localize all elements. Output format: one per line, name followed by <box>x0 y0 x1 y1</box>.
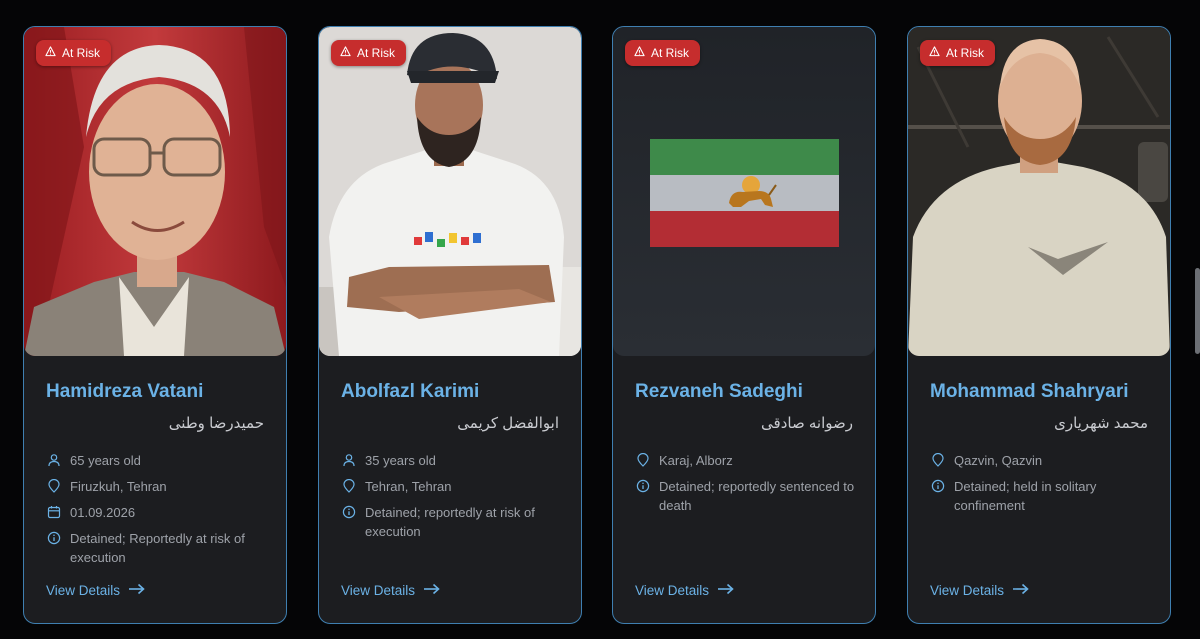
detail-location: Karaj, Alborz <box>635 451 857 470</box>
map-pin-icon <box>931 453 945 467</box>
detail-date: 01.09.2026 <box>46 503 268 522</box>
info-icon <box>47 531 61 545</box>
map-pin-icon <box>636 453 650 467</box>
view-details-link[interactable]: View Details <box>341 583 440 598</box>
person-icon <box>342 453 356 467</box>
detail-status: Detained; reportedly at risk of executio… <box>341 503 563 541</box>
badge-label: At Risk <box>357 46 396 60</box>
at-risk-badge: At Risk <box>36 40 112 66</box>
person-name: Abolfazl Karimi <box>341 381 480 402</box>
scrollbar-thumb[interactable] <box>1195 268 1200 354</box>
info-icon <box>636 479 650 493</box>
arrow-right-icon <box>128 583 145 598</box>
profile-photo <box>908 27 1170 356</box>
person-icon <box>47 453 61 467</box>
profile-card[interactable]: At Risk Hamidreza Vatani حمیدرضا وطنی 65… <box>23 26 287 624</box>
detail-status: Detained; held in solitary confinement <box>930 477 1152 515</box>
map-pin-icon <box>342 479 356 493</box>
profile-card[interactable]: At Risk Abolfazl Karimi ابوالفضل کریمی 3… <box>318 26 582 624</box>
detail-location: Firuzkuh, Tehran <box>46 477 268 496</box>
info-icon <box>931 479 945 493</box>
warning-triangle-icon <box>634 40 645 66</box>
arrow-right-icon <box>423 583 440 598</box>
detail-status: Detained; Reportedly at risk of executio… <box>46 529 268 567</box>
native-name: رضوانه صادقی <box>761 415 853 432</box>
profiles-grid: At Risk Hamidreza Vatani حمیدرضا وطنی 65… <box>0 0 1200 639</box>
details-list: 35 years old Tehran, Tehran Detained; re… <box>341 451 563 548</box>
view-details-link[interactable]: View Details <box>635 583 734 598</box>
view-details-link[interactable]: View Details <box>46 583 145 598</box>
person-name: Rezvaneh Sadeghi <box>635 381 803 402</box>
calendar-icon <box>47 505 61 519</box>
profile-card[interactable]: At Risk Rezvaneh Sadeghi رضوانه صادقی Ka… <box>612 26 876 624</box>
detail-status: Detained; reportedly sentenced to death <box>635 477 857 515</box>
arrow-right-icon <box>717 583 734 598</box>
native-name: حمیدرضا وطنی <box>168 415 264 432</box>
badge-label: At Risk <box>651 46 690 60</box>
at-risk-badge: At Risk <box>331 40 407 66</box>
details-list: 65 years old Firuzkuh, Tehran 01.09.2026… <box>46 451 268 574</box>
detail-age: 65 years old <box>46 451 268 470</box>
details-list: Qazvin, Qazvin Detained; held in solitar… <box>930 451 1152 522</box>
detail-age: 35 years old <box>341 451 563 470</box>
profile-photo <box>319 27 581 356</box>
detail-location: Tehran, Tehran <box>341 477 563 496</box>
native-name: ابوالفضل کریمی <box>457 415 559 432</box>
detail-location: Qazvin, Qazvin <box>930 451 1152 470</box>
badge-label: At Risk <box>62 46 101 60</box>
badge-label: At Risk <box>946 46 985 60</box>
warning-triangle-icon <box>929 40 940 66</box>
profile-card[interactable]: At Risk Mohammad Shahryari محمد شهریاری … <box>907 26 1171 624</box>
map-pin-icon <box>47 479 61 493</box>
profile-photo <box>613 27 875 356</box>
native-name: محمد شهریاری <box>1054 415 1148 432</box>
warning-triangle-icon <box>45 40 56 66</box>
at-risk-badge: At Risk <box>920 40 996 66</box>
iran-lion-sun-flag-icon <box>650 139 839 247</box>
profile-photo <box>24 27 286 356</box>
person-name: Mohammad Shahryari <box>930 381 1129 402</box>
at-risk-badge: At Risk <box>625 40 701 66</box>
arrow-right-icon <box>1012 583 1029 598</box>
details-list: Karaj, Alborz Detained; reportedly sente… <box>635 451 857 522</box>
person-name: Hamidreza Vatani <box>46 381 204 402</box>
view-details-link[interactable]: View Details <box>930 583 1029 598</box>
warning-triangle-icon <box>340 40 351 66</box>
info-icon <box>342 505 356 519</box>
